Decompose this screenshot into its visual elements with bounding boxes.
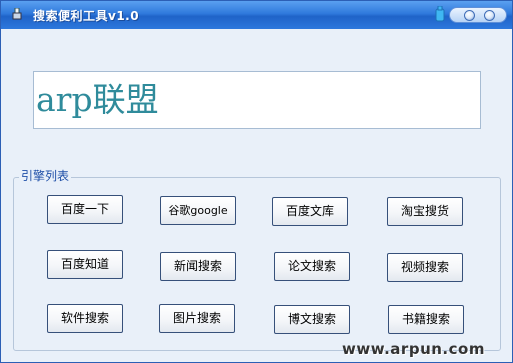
engine-button-google[interactable]: 谷歌google bbox=[160, 196, 236, 225]
app-window: 搜索便利工具v1.0 arp联盟 引擎列表 百度一下 谷歌google 百度文库… bbox=[0, 0, 513, 363]
window-controls bbox=[435, 5, 507, 24]
engine-button-baidu[interactable]: 百度一下 bbox=[47, 195, 123, 224]
window-title: 搜索便利工具v1.0 bbox=[33, 9, 140, 23]
engine-button-baidu-zhidao[interactable]: 百度知道 bbox=[47, 250, 123, 279]
engine-button-baidu-wenku[interactable]: 百度文库 bbox=[272, 197, 348, 226]
engine-button-images[interactable]: 图片搜索 bbox=[159, 304, 235, 333]
search-display-field[interactable]: arp联盟 bbox=[33, 71, 481, 129]
engine-button-taobao[interactable]: 淘宝搜货 bbox=[387, 197, 463, 226]
engine-button-blogs[interactable]: 博文搜索 bbox=[274, 305, 350, 334]
title-bar[interactable]: 搜索便利工具v1.0 bbox=[1, 1, 512, 29]
engine-button-books[interactable]: 书籍搜索 bbox=[388, 305, 464, 334]
engine-button-papers[interactable]: 论文搜索 bbox=[274, 252, 350, 281]
search-display-text: arp联盟 bbox=[36, 80, 159, 119]
minimize-button[interactable] bbox=[464, 10, 475, 21]
close-button[interactable] bbox=[484, 10, 495, 21]
engine-button-software[interactable]: 软件搜索 bbox=[47, 304, 123, 333]
site-watermark: www.arpun.com bbox=[342, 340, 485, 358]
window-button-pill bbox=[449, 7, 507, 23]
pin-icon[interactable] bbox=[435, 5, 445, 22]
engine-button-news[interactable]: 新闻搜索 bbox=[160, 252, 236, 281]
app-icon bbox=[12, 7, 22, 20]
engine-list-legend: 引擎列表 bbox=[19, 169, 72, 183]
engine-button-video[interactable]: 视频搜索 bbox=[387, 253, 463, 282]
